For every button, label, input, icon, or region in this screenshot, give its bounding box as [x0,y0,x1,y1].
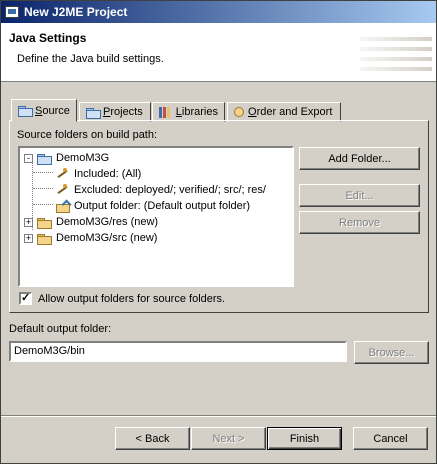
title-bar[interactable]: New J2ME Project [1,1,436,23]
tab-source[interactable]: Source [11,99,77,122]
tree-node-included[interactable]: Included: (All) [56,166,141,182]
expand-icon[interactable]: + [24,217,33,227]
window-title: New J2ME Project [24,5,128,19]
folder-icon [37,217,52,229]
banner-graphic [360,37,432,81]
app-icon [5,6,19,18]
wizard-window: New J2ME Project Java Settings Define th… [0,0,437,464]
remove-button[interactable]: Remove [299,211,420,234]
tab-projects[interactable]: Projects [79,102,151,122]
project-icon [86,107,101,119]
edit-button[interactable]: Edit... [299,184,420,207]
filter-icon [56,168,70,180]
folder-icon [37,153,52,165]
finish-button[interactable]: Finish [267,427,342,450]
source-folders-label: Source folders on build path: [17,129,158,141]
output-folder-input[interactable]: DemoM3G/bin [9,341,347,362]
tree-node-output-folder[interactable]: Output folder: (Default output folder) [56,198,250,214]
output-folder-icon [56,201,70,213]
tree-node-project[interactable]: - DemoM3G [24,150,109,166]
source-folder-tree[interactable]: - DemoM3G Included: (All) Excluded: depl… [18,146,294,287]
tab-libraries[interactable]: Libraries [152,102,225,122]
folder-icon [37,233,52,245]
add-folder-button[interactable]: Add Folder... [299,147,420,170]
footer-separator [1,415,436,417]
libraries-icon [159,106,172,118]
folder-icon [18,105,33,117]
browse-button[interactable]: Browse... [354,341,429,364]
back-button[interactable]: < Back [115,427,190,450]
filter-icon [56,184,70,196]
collapse-icon[interactable]: - [24,153,33,163]
tree-node-src[interactable]: + DemoM3G/src (new) [24,230,157,246]
allow-output-folders-checkbox[interactable]: ✓ Allow output folders for source folder… [19,292,225,305]
next-button[interactable]: Next > [191,427,266,450]
wizard-header: Java Settings Define the Java build sett… [1,23,436,82]
page-description: Define the Java build settings. [17,53,164,65]
cancel-button[interactable]: Cancel [353,427,428,450]
checkbox-checked-icon[interactable]: ✓ [19,292,32,305]
tree-node-excluded[interactable]: Excluded: deployed/; verified/; src/; re… [56,182,266,198]
expand-icon[interactable]: + [24,233,33,243]
default-output-folder-label: Default output folder: [9,323,112,335]
order-icon [234,107,244,117]
page-title: Java Settings [9,31,87,45]
tree-node-res[interactable]: + DemoM3G/res (new) [24,214,158,230]
tab-order-export[interactable]: Order and Export [227,102,341,122]
